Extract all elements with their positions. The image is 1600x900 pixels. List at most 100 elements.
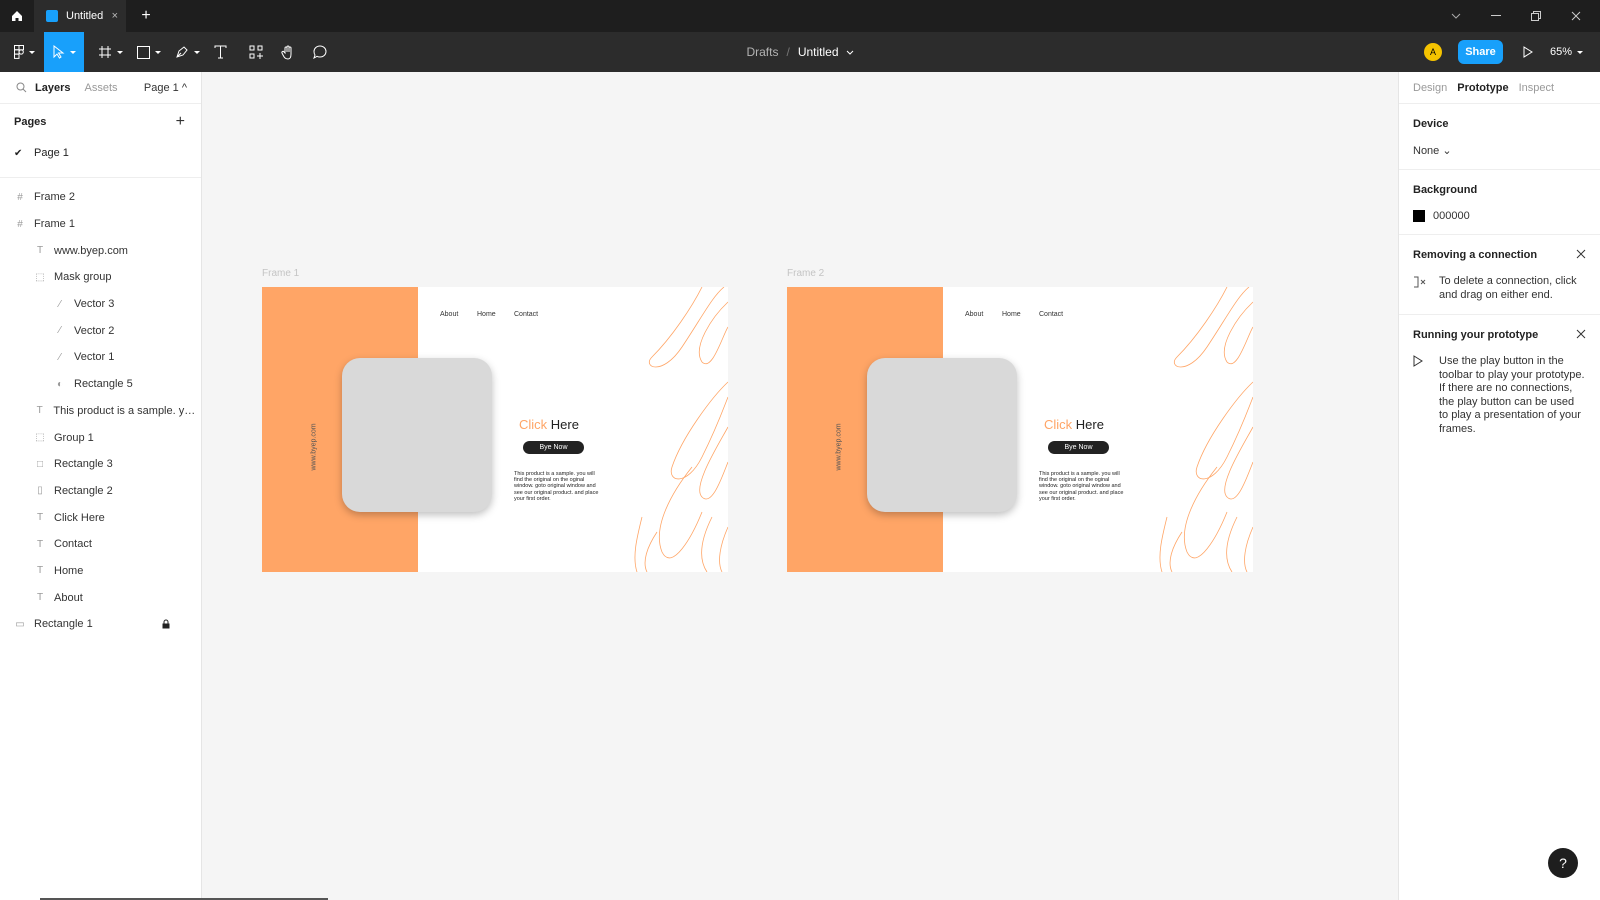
layer-label: Frame 1 (34, 218, 75, 231)
page-selector[interactable]: Page 1 ^ (144, 82, 187, 94)
nav-link[interactable]: Contact (514, 311, 538, 318)
nav-link[interactable]: Home (477, 311, 496, 318)
minimize-icon[interactable] (1476, 0, 1516, 32)
background-hex-input[interactable]: 000000 (1433, 210, 1470, 222)
hand-tool-button[interactable] (276, 32, 300, 72)
file-name[interactable]: Untitled (798, 45, 839, 59)
layer-row[interactable]: □ Rectangle 3 (0, 451, 201, 478)
text-tool-button[interactable] (208, 32, 232, 72)
removing-connection-tip: Removing a connection To delete a connec… (1399, 235, 1600, 315)
tab-inspect[interactable]: Inspect (1519, 82, 1554, 94)
breadcrumb-drafts[interactable]: Drafts (746, 45, 778, 59)
page-label: Page 1 (34, 147, 69, 159)
avatar[interactable]: A (1424, 43, 1442, 61)
move-tool-button[interactable] (44, 32, 84, 72)
check-icon: ✔ (14, 147, 23, 159)
play-icon (1413, 355, 1439, 367)
layer-row[interactable]: T Home (0, 558, 201, 585)
tab-close-icon[interactable]: × (112, 10, 118, 22)
design-frame[interactable]: www.byep.com About Home Contact Click Here… (787, 287, 1253, 572)
close-icon[interactable] (1576, 329, 1586, 339)
chevron-down-icon[interactable] (846, 50, 854, 55)
file-tab[interactable]: Untitled × (34, 0, 126, 32)
layer-row[interactable]: ▭ Rectangle 1 (0, 611, 201, 638)
layer-row[interactable]: # Frame 1 (0, 211, 201, 238)
text-icon (214, 45, 226, 59)
layer-type-icon: ⬚ (35, 271, 45, 283)
layer-row[interactable]: T Contact (0, 531, 201, 558)
vertical-url: www.byep.com (835, 423, 843, 471)
title-bar: Untitled × + (0, 0, 1600, 32)
right-panel-tabs: Design Prototype Inspect (1399, 72, 1600, 104)
layers-list: # Frame 2 # Frame 1 Twww.byep.com ⬚ Mask group… (0, 178, 201, 638)
layer-row[interactable]: ⬚ Mask group (0, 264, 201, 291)
pages-heading: Pages (14, 116, 47, 128)
nav-link[interactable]: About (440, 311, 458, 318)
buy-now-button[interactable]: Bye Now (523, 441, 584, 454)
comment-icon (313, 45, 327, 59)
layer-label: About (54, 591, 83, 604)
buy-now-button[interactable]: Bye Now (1048, 441, 1109, 454)
add-page-button[interactable]: + (176, 113, 185, 131)
layer-row[interactable]: ⁄ Vector 1 (0, 344, 201, 371)
restore-icon[interactable] (1516, 0, 1556, 32)
layer-row[interactable]: T This product is a sample. you ... (0, 398, 201, 425)
shape-tool-button[interactable] (134, 32, 164, 72)
pen-tool-button[interactable] (172, 32, 202, 72)
layer-row[interactable]: ◐ Rectangle 5 (0, 371, 201, 398)
present-button[interactable] (1516, 32, 1540, 72)
main-menu-button[interactable] (6, 32, 42, 72)
canvas[interactable]: Frame 1 www.byep.com About Home Contact Cl… (202, 72, 1398, 900)
nav-link[interactable]: Contact (1039, 311, 1063, 318)
layer-type-icon: # (17, 191, 23, 203)
new-tab-button[interactable]: + (134, 0, 158, 32)
nav-link[interactable]: Home (1002, 311, 1021, 318)
lock-icon[interactable] (162, 619, 170, 629)
layer-label: Vector 2 (74, 324, 115, 337)
layer-row[interactable]: # Frame 2 (0, 184, 201, 211)
layer-row[interactable]: ⁄ Vector 2 (0, 317, 201, 344)
layer-row[interactable]: ⬚ Group 1 (0, 424, 201, 451)
frame-label[interactable]: Frame 2 (787, 268, 824, 279)
share-button[interactable]: Share (1458, 40, 1503, 64)
nav-link[interactable]: About (965, 311, 983, 318)
background-heading: Background (1413, 184, 1478, 196)
left-panel-tabs: Layers Assets Page 1 ^ (0, 72, 201, 104)
layer-type-icon: ▯ (37, 485, 43, 497)
search-icon[interactable] (16, 82, 27, 93)
tab-prototype[interactable]: Prototype (1457, 82, 1508, 94)
frame-label[interactable]: Frame 1 (262, 268, 299, 279)
tab-layers[interactable]: Layers (35, 82, 70, 94)
layer-label: Vector 3 (74, 298, 115, 311)
help-button[interactable]: ? (1548, 848, 1578, 878)
layer-row[interactable]: T Click Here (0, 504, 201, 531)
background-swatch[interactable] (1413, 210, 1425, 222)
home-icon[interactable] (0, 0, 34, 32)
layer-row[interactable]: ▯ Rectangle 2 (0, 478, 201, 505)
layer-row[interactable]: Twww.byep.com (0, 237, 201, 264)
chevron-down-icon[interactable] (1436, 0, 1476, 32)
layer-row[interactable]: T About (0, 584, 201, 611)
layer-type-icon: T (36, 405, 43, 417)
layer-label: This product is a sample. you ... (53, 404, 201, 417)
frame-tool-button[interactable] (92, 32, 128, 72)
close-icon[interactable] (1576, 249, 1586, 259)
page-item[interactable]: ✔ Page 1 (0, 140, 201, 166)
properties-panel: Design Prototype Inspect Device None ⌄ B… (1398, 72, 1600, 900)
device-dropdown[interactable]: None ⌄ (1413, 144, 1586, 157)
background-section: Background 000000 (1399, 170, 1600, 235)
layer-type-icon: ▭ (15, 618, 25, 630)
design-frame[interactable]: www.byep.com About Home Contact Click Here… (262, 287, 728, 572)
comment-tool-button[interactable] (308, 32, 332, 72)
headline-rest: Here (1072, 417, 1104, 432)
components-tool-button[interactable] (244, 32, 268, 72)
headline-rest: Here (547, 417, 579, 432)
tab-assets[interactable]: Assets (84, 82, 117, 94)
components-icon (249, 45, 263, 59)
layer-type-icon: T (36, 538, 44, 550)
zoom-dropdown[interactable]: 65% (1550, 32, 1584, 72)
layer-row[interactable]: ⁄ Vector 3 (0, 291, 201, 318)
close-window-icon[interactable] (1556, 0, 1596, 32)
decorative-lines (634, 287, 728, 572)
tab-design[interactable]: Design (1413, 82, 1447, 94)
